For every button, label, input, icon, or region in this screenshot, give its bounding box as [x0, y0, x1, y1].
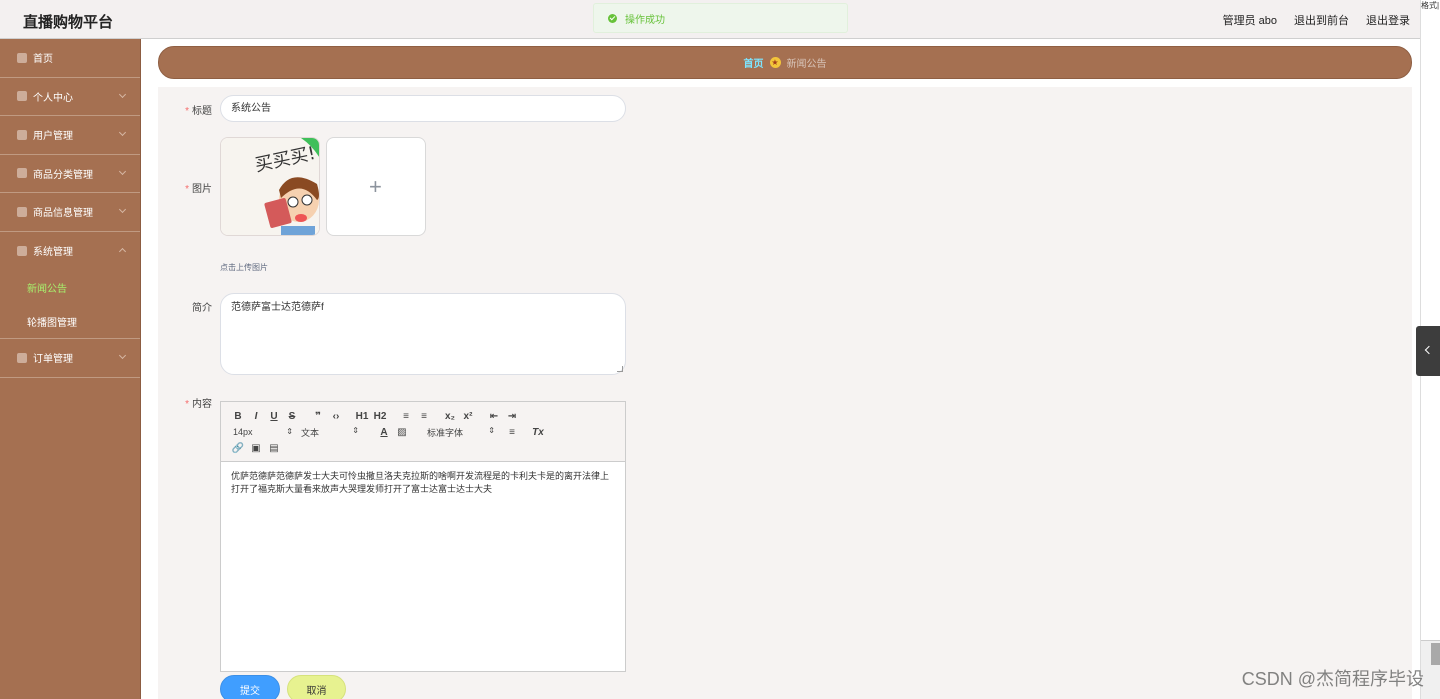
- outdent-button[interactable]: ⇤: [485, 411, 503, 422]
- app-title: 直播购物平台: [23, 14, 114, 31]
- video-icon[interactable]: ▤: [265, 443, 283, 454]
- check-circle-icon: [608, 13, 617, 23]
- sidebar-item-label: 商品信息管理: [33, 208, 93, 220]
- chevron-down-icon: [118, 351, 127, 360]
- underline-button[interactable]: U: [265, 411, 283, 422]
- sidebar: 首页 个人中心 用户管理 商品分类管理 商品信息管理 系统管理 新闻公告 轮播图…: [0, 39, 141, 699]
- toolbar-row-1: B I U S ❞ ‹› H1 H2 ≡ ≡ x₂ x² ⇤ ⇥: [229, 408, 617, 424]
- side-panel-toggle[interactable]: [1416, 326, 1440, 376]
- sidebar-group-system: 系统管理 新闻公告 轮播图管理: [0, 232, 140, 339]
- image-icon[interactable]: ▣: [247, 443, 265, 454]
- title-input[interactable]: 系统公告: [220, 95, 626, 122]
- monitor-icon: [17, 206, 27, 217]
- superscript-button[interactable]: x²: [459, 411, 477, 422]
- breadcrumb: 首页 ★ 新闻公告: [158, 46, 1412, 79]
- header-actions: 管理员 abo 退出到前台 退出登录: [1223, 12, 1410, 28]
- watermark: CSDN @杰简程序毕设: [1241, 669, 1424, 689]
- plus-icon: +: [369, 174, 382, 199]
- image-label: * 图片: [185, 184, 212, 195]
- sidebar-item-orders[interactable]: 订单管理: [0, 339, 140, 378]
- toast-message: 操作成功: [625, 14, 665, 26]
- cancel-button[interactable]: 取消: [287, 675, 346, 699]
- content-label: * 内容: [185, 399, 212, 410]
- editor-toolbar: B I U S ❞ ‹› H1 H2 ≡ ≡ x₂ x² ⇤ ⇥ 14px ⇕ …: [221, 402, 625, 462]
- paragraph-select[interactable]: 文本: [301, 426, 359, 439]
- editor-content-area[interactable]: 优萨范德萨范德萨发士大夫可怜虫撒旦洛夫克拉斯的啥啊开发流程是的卡利夫卡是的离开法…: [221, 462, 625, 671]
- quote-button[interactable]: ❞: [309, 411, 327, 422]
- italic-button[interactable]: I: [247, 411, 265, 422]
- grid-icon: [17, 352, 27, 363]
- shop-icon: [17, 245, 27, 256]
- breadcrumb-home[interactable]: 首页: [744, 55, 764, 70]
- scrollbar-thumb[interactable]: [1431, 643, 1440, 665]
- intro-label: 简介: [192, 303, 212, 314]
- ordered-list-button[interactable]: ≡: [397, 411, 415, 422]
- user-icon: [17, 168, 27, 179]
- chevron-down-icon: [118, 90, 127, 98]
- h1-button[interactable]: H1: [353, 411, 371, 422]
- intro-text: 范德萨富士达范德萨f: [231, 302, 324, 313]
- strike-button[interactable]: S: [283, 411, 301, 422]
- sidebar-item-label: 系统管理: [33, 247, 73, 259]
- indent-button[interactable]: ⇥: [503, 411, 521, 422]
- logout-link[interactable]: 退出登录: [1366, 12, 1410, 28]
- sidebar-item-label: 首页: [33, 54, 53, 66]
- sidebar-item-personal[interactable]: 个人中心: [0, 78, 140, 116]
- exit-to-front-link[interactable]: 退出到前台: [1294, 12, 1349, 28]
- image-upload-button[interactable]: +: [326, 137, 426, 236]
- send-icon: [17, 129, 27, 140]
- chevron-left-icon: [1424, 345, 1434, 355]
- sidebar-item-label: 订单管理: [33, 354, 73, 366]
- user-label: 管理员 abo: [1222, 15, 1277, 27]
- sidebar-item-label: 用户管理: [33, 131, 73, 143]
- sidebar-item-home[interactable]: 首页: [0, 39, 140, 78]
- breadcrumb-current: 新闻公告: [786, 59, 827, 70]
- sidebar-item-label: 个人中心: [33, 92, 73, 104]
- sidebar-item-system[interactable]: 系统管理: [0, 232, 140, 271]
- align-icon[interactable]: ≡: [503, 427, 521, 438]
- home-icon: [17, 52, 27, 63]
- sidebar-item-label: 商品分类管理: [33, 169, 93, 181]
- upload-hint: 点击上传图片: [220, 263, 268, 272]
- intro-textarea[interactable]: 范德萨富士达范德萨f: [220, 293, 626, 375]
- sidebar-item-users[interactable]: 用户管理: [0, 116, 140, 155]
- sidebar-subitem-carousel[interactable]: 轮播图管理: [0, 304, 140, 338]
- news-form: * 标题 系统公告 * 图片 买买买! + 点击上传图片 简介 范德萨富士达范德萨f: [158, 87, 1412, 699]
- font-color-icon[interactable]: A: [375, 427, 393, 438]
- h2-button[interactable]: H2: [371, 411, 389, 422]
- cartoon-image: 买买买!: [221, 138, 319, 235]
- sidebar-subitem-news[interactable]: 新闻公告: [0, 270, 140, 304]
- bold-button[interactable]: B: [229, 411, 247, 422]
- chevron-down-icon: [118, 167, 127, 175]
- submit-button[interactable]: 提交: [220, 675, 280, 699]
- font-family-select[interactable]: 标准字体: [427, 426, 495, 439]
- sidebar-item-products[interactable]: 商品信息管理: [0, 193, 140, 232]
- rich-text-editor: B I U S ❞ ‹› H1 H2 ≡ ≡ x₂ x² ⇤ ⇥ 14px ⇕ …: [220, 401, 626, 672]
- right-panel-fragment: 格式|: [1421, 1, 1440, 10]
- background-color-icon[interactable]: ▨: [393, 427, 411, 438]
- user-icon: [17, 91, 27, 102]
- resize-handle[interactable]: [617, 366, 623, 372]
- chevron-down-icon: [118, 205, 127, 214]
- title-label: * 标题: [185, 106, 212, 117]
- font-size-select[interactable]: 14px: [233, 427, 293, 437]
- toolbar-row-3: 🔗 ▣ ▤: [229, 440, 617, 456]
- success-toast: 操作成功: [593, 3, 848, 33]
- main-content: 首页 ★ 新闻公告 * 标题 系统公告 * 图片 买买买! + 点击上传图片 简…: [141, 39, 1420, 699]
- star-icon: ★: [769, 57, 781, 68]
- top-bar: 直播购物平台 操作成功 管理员 abo 退出到前台 退出登录: [0, 0, 1420, 39]
- bullet-list-button[interactable]: ≡: [415, 411, 433, 422]
- chevron-up-icon: [118, 247, 127, 255]
- clear-format-icon[interactable]: Tx: [529, 427, 547, 438]
- subscript-button[interactable]: x₂: [441, 411, 459, 422]
- toolbar-row-2: 14px 文本 A ▨ 标准字体 ≡ Tx: [229, 424, 617, 440]
- chevron-down-icon: [118, 128, 127, 137]
- sidebar-item-categories[interactable]: 商品分类管理: [0, 155, 140, 193]
- uploaded-image-thumbnail[interactable]: 买买买!: [220, 137, 320, 236]
- link-icon[interactable]: 🔗: [229, 443, 247, 454]
- code-button[interactable]: ‹›: [327, 411, 345, 422]
